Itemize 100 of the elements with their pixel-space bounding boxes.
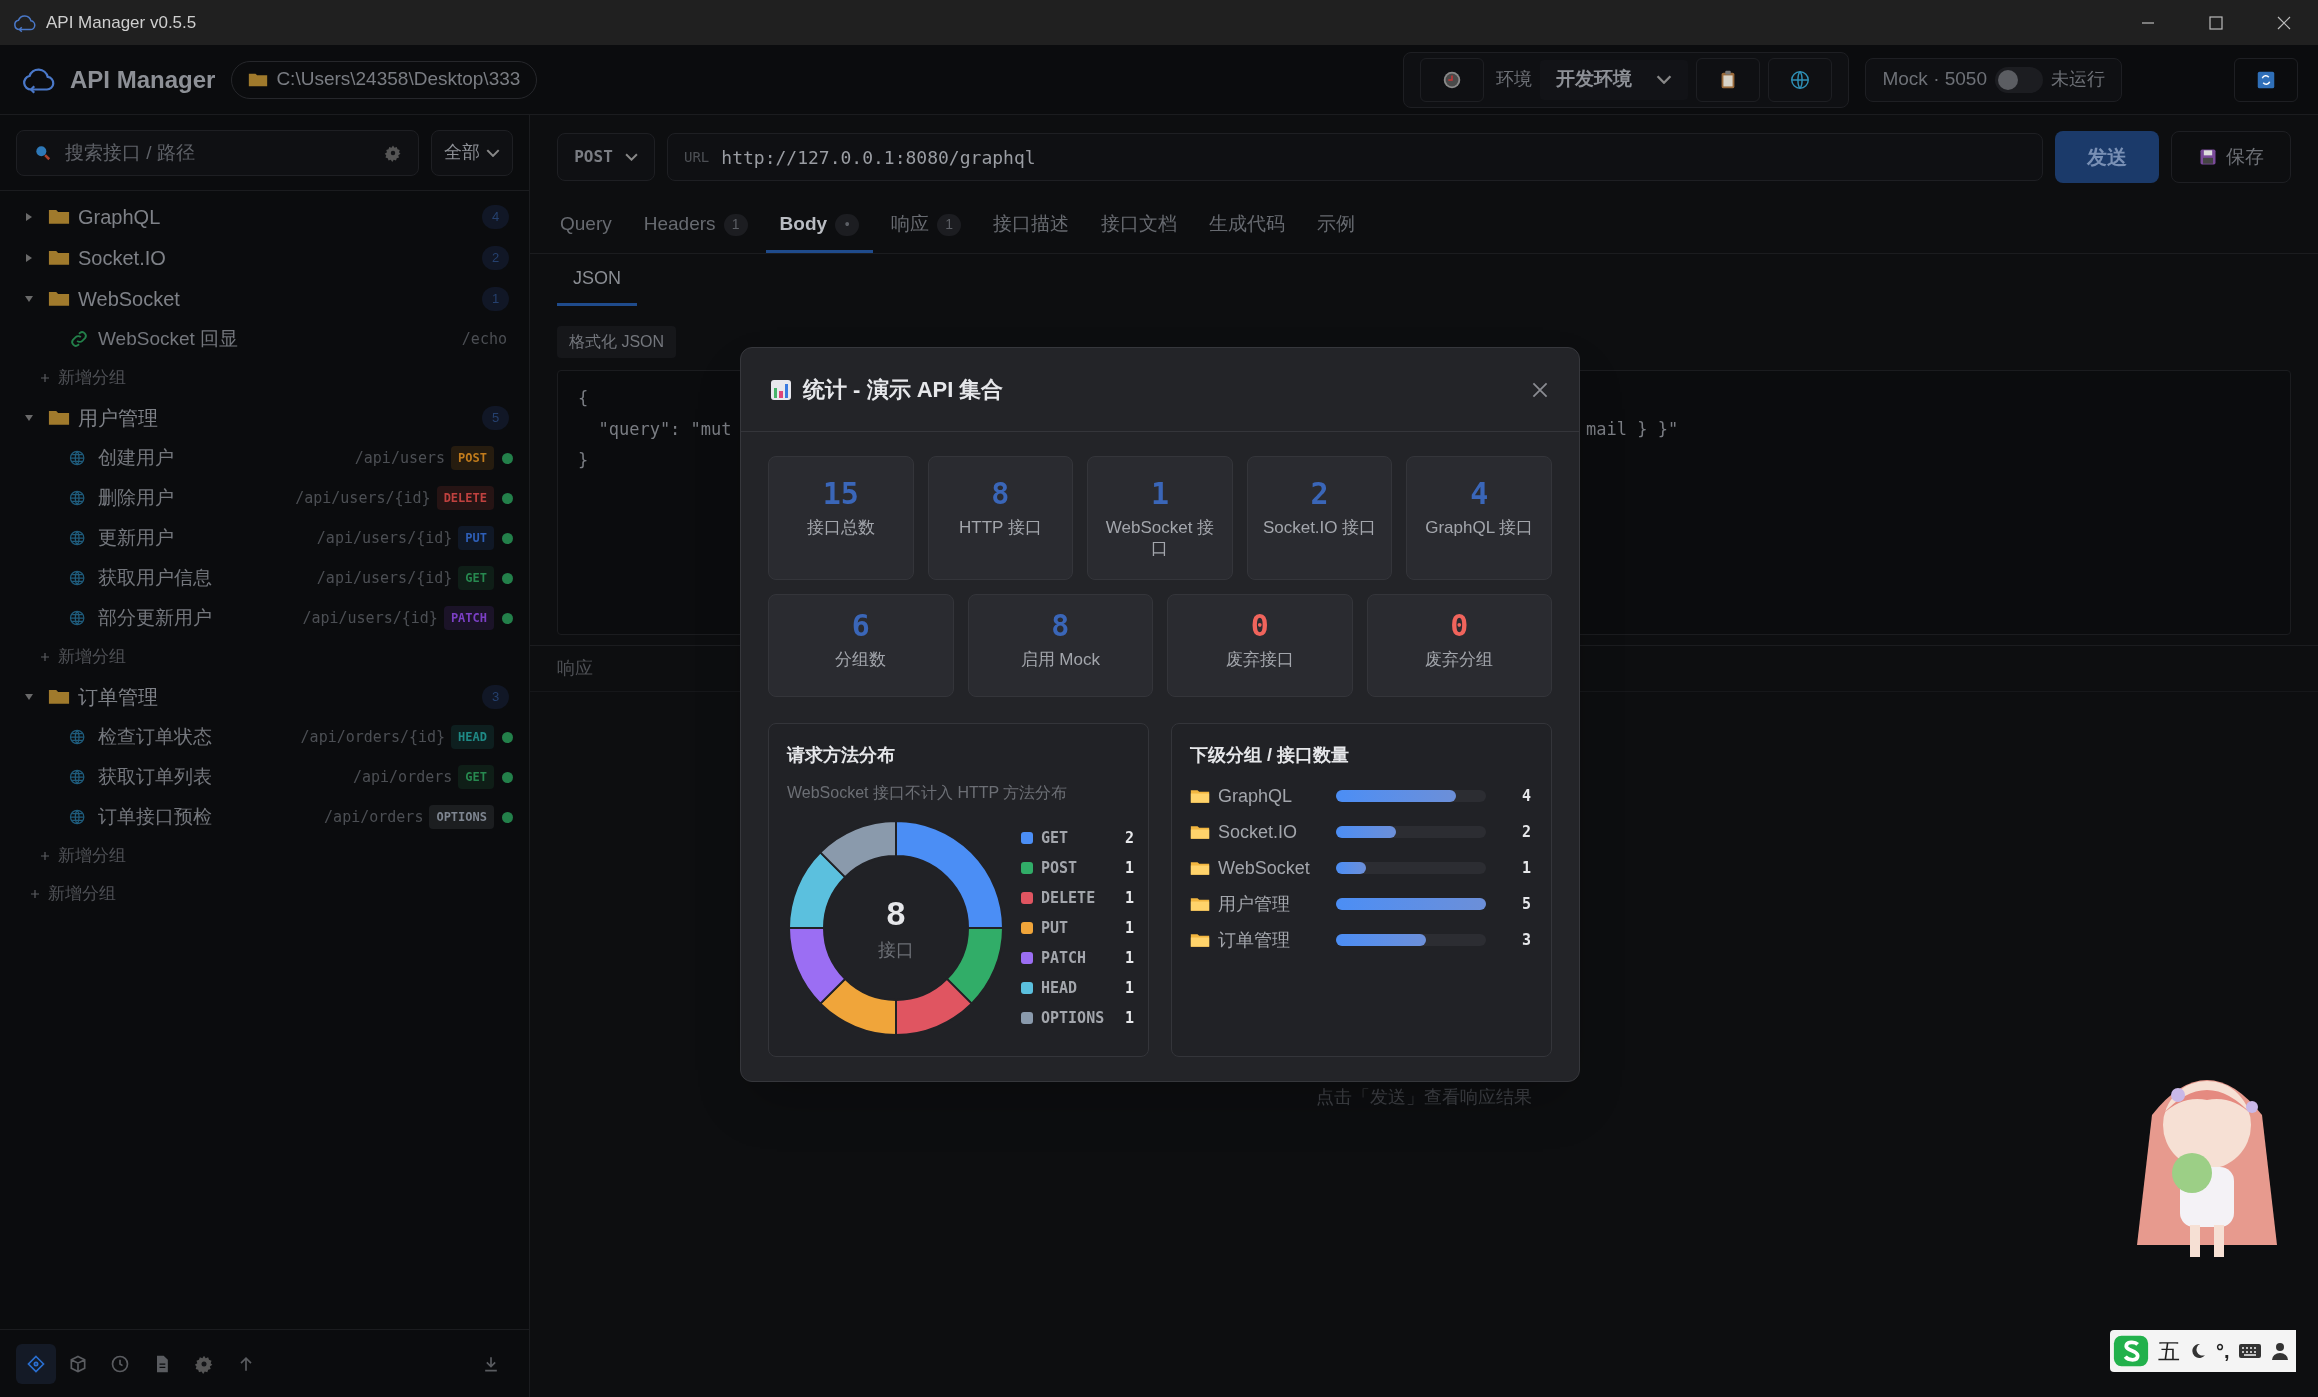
caret-down-icon[interactable] bbox=[24, 691, 34, 702]
panel-subtitle: WebSocket 接口不计入 HTTP 方法分布 bbox=[787, 783, 1069, 803]
environment-label: 环境 bbox=[1496, 68, 1533, 91]
method-tag: HEAD bbox=[451, 725, 494, 749]
tree-group[interactable]: 订单管理 3 bbox=[0, 676, 529, 717]
add-group-label: 新增分组 bbox=[48, 883, 116, 906]
group-name: 用户管理 bbox=[78, 405, 158, 431]
tab[interactable]: Headers 1 bbox=[629, 199, 762, 253]
code-line: "query": "mut bbox=[597, 419, 732, 439]
group-count: 4 bbox=[1521, 785, 1531, 807]
format-json-button[interactable]: 格式化 JSON bbox=[557, 326, 677, 358]
legend-label: POST bbox=[1041, 857, 1079, 879]
method-tag: POST bbox=[451, 446, 494, 470]
endpoint-name: 获取订单列表 bbox=[98, 764, 212, 789]
endpoint-path: /api/orders bbox=[352, 766, 453, 788]
settings-icon bbox=[194, 1353, 214, 1374]
caret-down-icon[interactable] bbox=[24, 293, 34, 304]
folder-icon bbox=[48, 248, 70, 267]
sync-button[interactable] bbox=[2234, 57, 2298, 102]
tree-group[interactable]: Socket.IO 2 bbox=[0, 237, 529, 278]
tab[interactable]: 生成代码 bbox=[1195, 199, 1300, 253]
add-group-button[interactable]: 新增分组 bbox=[0, 875, 529, 913]
tree-group[interactable]: 用户管理 5 bbox=[0, 397, 529, 438]
add-group-button[interactable]: 新增分组 bbox=[0, 359, 529, 397]
caret-right-icon[interactable] bbox=[24, 211, 34, 222]
endpoint-item[interactable]: 删除用户 /api/users/{id} DELETE bbox=[0, 478, 529, 518]
group-count: 3 bbox=[1521, 929, 1531, 951]
endpoint-item[interactable]: 检查订单状态 /api/orders/{id} HEAD bbox=[0, 717, 529, 757]
keyboard-icon[interactable] bbox=[2237, 1342, 2262, 1360]
diamond-button[interactable] bbox=[16, 1343, 56, 1384]
tab[interactable]: Query bbox=[546, 199, 626, 253]
add-group-button[interactable]: 新增分组 bbox=[0, 638, 529, 676]
folder-icon bbox=[248, 71, 269, 88]
tree-group[interactable]: GraphQL 4 bbox=[0, 196, 529, 237]
legend-label: GET bbox=[1041, 827, 1070, 849]
endpoint-item[interactable]: 更新用户 /api/users/{id} PUT bbox=[0, 518, 529, 558]
legend-value: 1 bbox=[1125, 1007, 1135, 1029]
tab[interactable]: 示例 bbox=[1303, 199, 1370, 253]
stat-label: 废弃分组 bbox=[1424, 649, 1495, 670]
url-label: URL bbox=[684, 147, 710, 167]
count-badge: 2 bbox=[482, 245, 509, 270]
stat-label: Socket.IO 接口 bbox=[1261, 517, 1378, 538]
legend-value: 1 bbox=[1125, 977, 1135, 999]
tab[interactable]: JSON bbox=[557, 254, 637, 306]
group-name: Socket.IO bbox=[78, 245, 166, 271]
environment-select[interactable]: 开发环境 bbox=[1540, 59, 1689, 100]
folder-icon bbox=[1190, 931, 1210, 949]
stat-value: 15 bbox=[822, 475, 859, 513]
filter-select[interactable]: 全部 bbox=[431, 129, 513, 176]
url-bar[interactable]: URL http://127.0.0.1:8080/graphql bbox=[667, 133, 2043, 181]
tab[interactable]: 接口文档 bbox=[1087, 199, 1192, 253]
cube-icon bbox=[68, 1353, 88, 1374]
endpoint-item[interactable]: 获取用户信息 /api/users/{id} GET bbox=[0, 558, 529, 598]
url-field[interactable]: http://127.0.0.1:8080/graphql bbox=[721, 134, 2026, 180]
caret-right-icon[interactable] bbox=[24, 252, 34, 263]
input-mode-toggle[interactable]: 五 bbox=[2158, 1334, 2180, 1368]
diamond-icon bbox=[26, 1353, 46, 1374]
add-group-label: 新增分组 bbox=[58, 646, 126, 669]
stat-label: 接口总数 bbox=[805, 517, 876, 538]
clipboard-button[interactable] bbox=[1696, 57, 1761, 102]
endpoint-path: /api/users/{id} bbox=[316, 527, 453, 549]
endpoint-item[interactable]: 部分更新用户 /api/users/{id} PATCH bbox=[0, 598, 529, 638]
group-name: 订单管理 bbox=[78, 684, 158, 710]
caret-down-icon[interactable] bbox=[24, 412, 34, 423]
search-box[interactable]: 搜索接口 / 路径 bbox=[16, 129, 419, 176]
folder-icon bbox=[1190, 823, 1210, 841]
stat-value: 1 bbox=[1150, 475, 1169, 513]
endpoint-item[interactable]: 订单接口预检 /api/orders OPTIONS bbox=[0, 797, 529, 837]
settings-icon[interactable] bbox=[384, 143, 402, 162]
mock-label: Mock · 5050 bbox=[1882, 67, 1987, 92]
endpoint-item[interactable]: 获取订单列表 /api/orders GET bbox=[0, 757, 529, 797]
count-badge: 1 bbox=[937, 213, 962, 236]
history-button[interactable] bbox=[1420, 57, 1485, 102]
plus-icon bbox=[40, 851, 50, 861]
tab[interactable]: 接口描述 bbox=[979, 199, 1084, 253]
user-icon[interactable] bbox=[2269, 1341, 2290, 1361]
mock-toggle[interactable] bbox=[1995, 66, 2043, 93]
tab[interactable]: Body • bbox=[765, 199, 874, 253]
legend-label: PUT bbox=[1041, 917, 1070, 939]
punctuation-toggle[interactable]: °, bbox=[2216, 1336, 2230, 1366]
endpoint-name: 部分更新用户 bbox=[98, 605, 212, 630]
stat-label: HTTP 接口 bbox=[958, 517, 1043, 538]
tab[interactable]: 响应 1 bbox=[877, 199, 976, 253]
endpoint-item[interactable]: WebSocket 回显 /echo bbox=[0, 319, 529, 359]
add-group-label: 新增分组 bbox=[58, 367, 126, 390]
tree-group[interactable]: WebSocket 1 bbox=[0, 278, 529, 319]
endpoint-item[interactable]: 创建用户 /api/users POST bbox=[0, 438, 529, 478]
endpoint-name: 获取用户信息 bbox=[98, 565, 212, 590]
folder-icon bbox=[48, 408, 70, 427]
endpoint-path: /api/users/{id} bbox=[316, 567, 453, 589]
save-button[interactable]: 保存 bbox=[2171, 131, 2291, 183]
group-name: 订单管理 bbox=[1218, 928, 1291, 952]
add-group-button[interactable]: 新增分组 bbox=[0, 837, 529, 875]
legend-label: OPTIONS bbox=[1041, 1007, 1106, 1029]
globe-button[interactable] bbox=[1768, 57, 1833, 102]
count-badge: 5 bbox=[482, 405, 509, 430]
send-button[interactable]: 发送 bbox=[2055, 131, 2159, 183]
endpoint-path: /api/users/{id} bbox=[302, 607, 438, 629]
method-select[interactable]: POST bbox=[557, 133, 655, 181]
search-field[interactable]: 搜索接口 / 路径 bbox=[65, 130, 372, 175]
